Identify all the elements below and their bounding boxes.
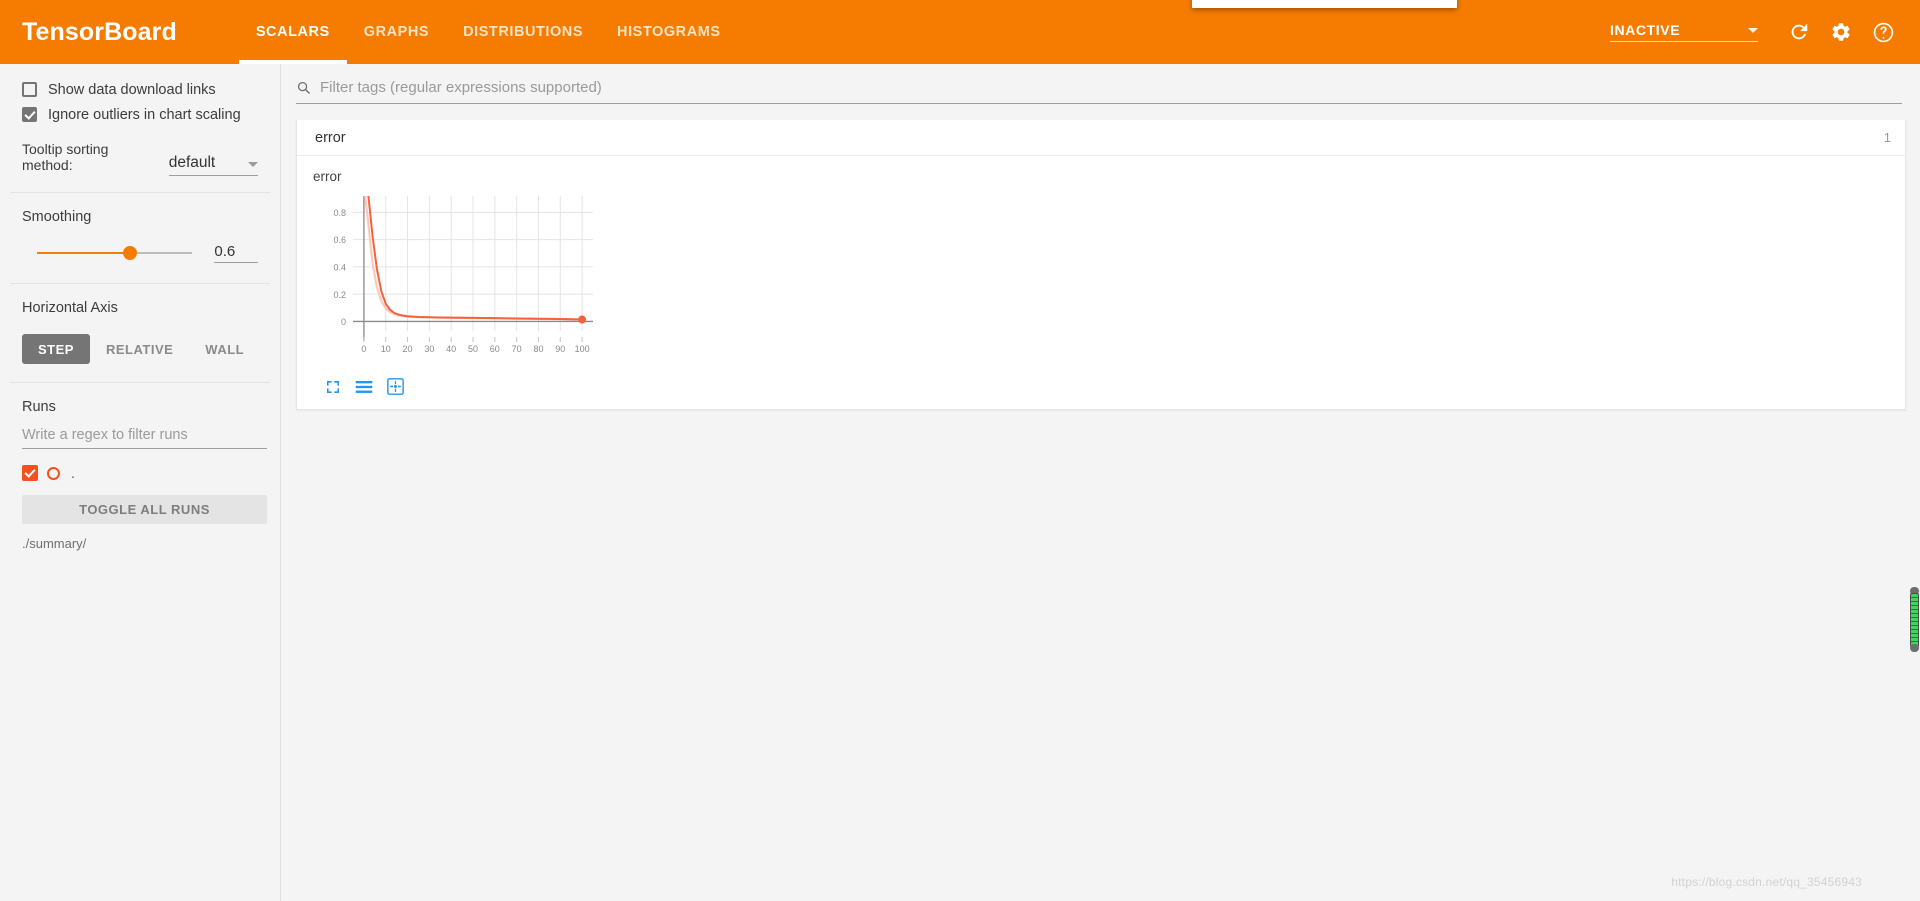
svg-text:20: 20	[403, 344, 413, 354]
runs-section: Runs Write a regex to filter runs . TOGG…	[0, 383, 280, 565]
smoothing-title: Smoothing	[22, 209, 92, 225]
tag-group-card: error 1 error 0 0.2 0.4 0.6 0.8 0 10 20 30 40 50 60…	[296, 120, 1906, 410]
svg-text:0: 0	[361, 344, 366, 354]
axis-option-wall-label: WALL	[205, 341, 245, 357]
svg-text:60: 60	[490, 344, 500, 354]
reload-mode-value: INACTIVE	[1610, 22, 1681, 38]
watermark-text: https://blog.csdn.net/qq_35456943	[1671, 875, 1862, 889]
runs-filter-input[interactable]: Write a regex to filter runs	[22, 427, 267, 449]
tab-graphs[interactable]: GRAPHS	[347, 0, 446, 64]
toggle-all-runs-label: TOGGLE ALL RUNS	[79, 502, 210, 517]
horizontal-axis-buttons: STEP RELATIVE WALL	[22, 334, 258, 364]
expand-chart-icon[interactable]	[325, 379, 341, 395]
tag-group-title: error	[315, 129, 346, 146]
run-name-label: .	[71, 465, 75, 481]
tab-graphs-label: GRAPHS	[363, 24, 430, 40]
runs-title: Runs	[22, 399, 56, 415]
smoothing-row: 0.6	[22, 243, 258, 263]
tab-histograms[interactable]: HISTOGRAMS	[600, 0, 738, 64]
gear-icon	[1832, 23, 1850, 41]
run-color-swatch	[47, 466, 60, 480]
scalar-chart-container: error 0 0.2 0.4 0.6 0.8 0 10 20 30 40 50 60 70 80 90 10…	[311, 169, 621, 395]
svg-text:0.6: 0.6	[333, 235, 346, 245]
toggle-all-runs-button[interactable]: TOGGLE ALL RUNS	[22, 495, 267, 524]
search-icon	[296, 80, 311, 95]
svg-text:100: 100	[575, 344, 590, 354]
header-actions: INACTIVE	[1610, 0, 1904, 64]
display-options-section: Show data download links Ignore outliers…	[0, 64, 280, 192]
tooltip-sorting-value: default	[168, 154, 216, 171]
refresh-button[interactable]	[1778, 11, 1820, 53]
axis-option-step[interactable]: STEP	[22, 334, 90, 364]
tab-scalars[interactable]: SCALARS	[238, 0, 347, 64]
tab-distributions-label: DISTRIBUTIONS	[463, 24, 584, 40]
svg-text:50: 50	[468, 344, 478, 354]
help-circle-icon	[1873, 22, 1893, 42]
svg-text:90: 90	[555, 344, 565, 354]
chart-title: error	[313, 169, 342, 184]
refresh-icon	[1791, 23, 1808, 40]
ignore-outliers-label: Ignore outliers in chart scaling	[48, 106, 241, 123]
tag-group-body: error 0 0.2 0.4 0.6 0.8 0 10 20 30 40 50 60 70 80 90 10…	[297, 156, 1905, 409]
scrollbar-thumb[interactable]	[1910, 593, 1919, 647]
show-download-links-row[interactable]: Show data download links	[22, 77, 258, 102]
smoothing-value-input[interactable]: 0.6	[214, 243, 258, 263]
svg-text:40: 40	[446, 344, 456, 354]
chevron-down-icon	[1748, 27, 1758, 33]
tab-scalars-label: SCALARS	[255, 24, 330, 40]
axis-option-step-label: STEP	[38, 341, 74, 357]
run-list-item[interactable]: .	[22, 463, 258, 483]
tooltip-sorting-row: Tooltip sorting method: default	[22, 141, 258, 176]
scalar-line-chart[interactable]: 0 0.2 0.4 0.6 0.8 0 10 20 30 40 50 60 70 80 90 100	[311, 188, 611, 363]
data-table-icon[interactable]	[355, 380, 373, 394]
svg-text:0.2: 0.2	[333, 290, 346, 300]
horizontal-axis-title: Horizontal Axis	[22, 300, 118, 316]
reload-mode-select[interactable]: INACTIVE	[1610, 22, 1758, 42]
tag-filter-bar[interactable]: Filter tags (regular expressions support…	[296, 78, 1902, 104]
header-popup-overlay	[1192, 0, 1457, 8]
tooltip-sorting-select[interactable]: default	[168, 154, 258, 176]
scrollbar-cap-bottom	[1910, 644, 1919, 652]
tab-distributions[interactable]: DISTRIBUTIONS	[446, 0, 600, 64]
chevron-down-icon	[248, 162, 258, 167]
tag-group-count: 1	[1883, 130, 1891, 145]
tooltip-sorting-label: Tooltip sorting method:	[22, 141, 109, 173]
app-header: TensorBoard SCALARS GRAPHS DISTRIBUTIONS…	[0, 0, 1920, 64]
chart-toolbar	[325, 378, 621, 395]
svg-text:0: 0	[341, 317, 346, 327]
main-content: Filter tags (regular expressions support…	[282, 64, 1920, 901]
axis-option-relative-label: RELATIVE	[105, 341, 174, 357]
main-nav-tabs: SCALARS GRAPHS DISTRIBUTIONS HISTOGRAMS	[238, 0, 738, 64]
svg-text:10: 10	[381, 344, 391, 354]
settings-sidebar: Show data download links Ignore outliers…	[0, 64, 281, 901]
svg-text:0.8: 0.8	[333, 208, 346, 218]
help-button[interactable]	[1862, 11, 1904, 53]
run-checkbox[interactable]	[22, 465, 38, 481]
show-download-links-checkbox[interactable]	[22, 82, 37, 97]
tab-histograms-label: HISTOGRAMS	[617, 24, 721, 40]
svg-text:80: 80	[533, 344, 543, 354]
axis-option-relative[interactable]: RELATIVE	[90, 334, 189, 364]
svg-text:0.4: 0.4	[333, 263, 346, 273]
smoothing-section: Smoothing 0.6	[0, 193, 280, 283]
svg-text:30: 30	[424, 344, 434, 354]
ignore-outliers-row[interactable]: Ignore outliers in chart scaling	[22, 102, 258, 127]
summary-path-label: ./summary/	[22, 536, 87, 551]
ignore-outliers-checkbox[interactable]	[22, 107, 37, 122]
smoothing-slider[interactable]	[37, 246, 193, 260]
slider-thumb[interactable]	[123, 246, 138, 260]
tag-filter-input[interactable]: Filter tags (regular expressions support…	[320, 79, 602, 96]
show-download-links-label: Show data download links	[48, 81, 216, 98]
horizontal-axis-section: Horizontal Axis STEP RELATIVE WALL	[0, 284, 280, 382]
tag-group-header[interactable]: error 1	[297, 120, 1905, 156]
fit-domain-icon[interactable]	[387, 378, 404, 395]
slider-fill	[37, 252, 131, 254]
app-logo: TensorBoard	[22, 17, 177, 46]
svg-text:70: 70	[512, 344, 522, 354]
settings-button[interactable]	[1820, 11, 1862, 53]
axis-option-wall[interactable]: WALL	[189, 334, 260, 364]
page-scrollbar[interactable]	[1910, 587, 1919, 652]
